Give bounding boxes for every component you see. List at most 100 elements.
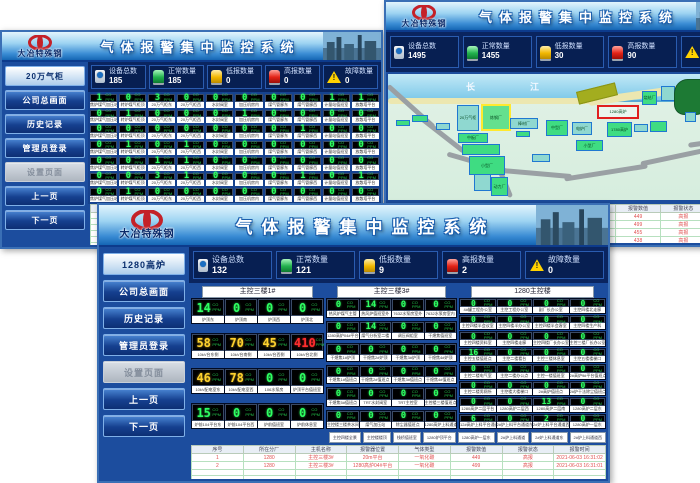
gas-location-label: 20万气柜西 xyxy=(177,149,204,155)
sidebar-item[interactable]: 历史记录 xyxy=(103,307,185,329)
sidebar-item[interactable]: 公司总画面 xyxy=(103,280,185,302)
unit-label: COPPM xyxy=(367,93,376,102)
sidebar-item[interactable]: 设置页面 xyxy=(103,361,185,383)
quick-nav-button[interactable]: 1280炉顶平台 xyxy=(423,432,456,443)
alarm-lamp-y-icon xyxy=(364,259,375,272)
gas-display: 0COPPM 主控三楼休息室 xyxy=(533,349,569,362)
map-block[interactable]: 小型厂 xyxy=(469,156,505,175)
gas-display: 15COPPM 炉前104平台东 xyxy=(192,404,224,428)
unit-label: COPPM xyxy=(379,345,388,354)
gas-display: 0COPPM 2#高炉9#平台值班点 xyxy=(570,365,606,378)
gas-location-label: 炉前104平台西 xyxy=(225,421,257,428)
gas-display: 0COPPM 主控四楼生产科 xyxy=(570,316,606,329)
unit-label: COPPM xyxy=(251,109,260,118)
quick-nav-button[interactable]: 主控楼楼顶 xyxy=(363,432,391,443)
sidebar-item[interactable]: 下一页 xyxy=(103,415,185,437)
quick-nav-button[interactable]: 2#炉上料通道 xyxy=(497,432,529,443)
map-block[interactable] xyxy=(634,124,648,132)
gas-location-label: 干熄焦3#值班点 xyxy=(392,377,424,383)
sidebar-item[interactable]: 下一页 xyxy=(5,210,85,230)
unit-label: COPPM xyxy=(557,381,566,390)
gas-value: 58 xyxy=(195,336,212,350)
logo-text: 大冶特殊钢 xyxy=(18,50,63,58)
gas-display: 0COPPM 主控三楼厂长办公室 xyxy=(570,332,606,345)
map-block[interactable] xyxy=(436,123,450,130)
unit-label: COPPM xyxy=(135,188,144,197)
map-block[interactable] xyxy=(532,154,550,162)
unit-label: COPPM xyxy=(593,348,602,357)
sidebar-item[interactable]: 20万气柜 xyxy=(5,66,85,86)
map-block[interactable]: 烧结厂 xyxy=(642,91,657,105)
device-icon xyxy=(95,70,105,83)
alarm-row[interactable]: 11280主控三楼3#20m平台一氧化碳449高报2021-06-03 16:3… xyxy=(192,454,606,462)
gas-location-label: 2#高炉9#平台值班点 xyxy=(570,373,606,379)
gas-location-label: 计量站值班室 xyxy=(323,133,350,139)
sidebar-item[interactable]: 上一页 xyxy=(103,388,185,410)
map-block[interactable]: 中板厂 xyxy=(458,133,488,143)
section: 主控三楼3# 0COPPM 热风炉煤气主管 14COPPM 热风炉值班室外 0C… xyxy=(326,285,457,429)
gas-location-label: 煤气管廊西 xyxy=(294,133,321,139)
sidebar-item[interactable]: 管理员登录 xyxy=(5,138,85,158)
gas-display: 0COPPM 主控四楼半会客室 xyxy=(533,316,569,329)
sidebar-item[interactable]: 设置页面 xyxy=(5,162,85,182)
sidebar-item[interactable]: 历史记录 xyxy=(5,114,85,134)
status-tile: ! 故障数量0 xyxy=(525,251,604,279)
unit-label: COPPM xyxy=(520,414,529,423)
map-block[interactable]: 中型厂 xyxy=(546,120,568,136)
quick-nav-button[interactable]: 主控四楼全景 xyxy=(329,432,361,443)
section-row: 0COPPM 热风炉煤气主管 14COPPM 热风炉值班室外 0COPPM 76… xyxy=(326,298,457,317)
unit-label: COPPM xyxy=(484,299,493,308)
unit-label: COPPM xyxy=(280,172,289,181)
map-block[interactable]: 20万气柜 xyxy=(457,105,479,131)
gas-display: 0COPPM 7632水泵房室内 xyxy=(425,299,457,316)
map-block[interactable] xyxy=(396,120,410,126)
map-block[interactable] xyxy=(412,115,428,122)
map-block[interactable]: 小型厂 xyxy=(576,140,603,151)
gas-display: 0COPPM 主控四楼北走廊 xyxy=(570,299,606,312)
map-block[interactable] xyxy=(685,112,696,122)
map-block[interactable]: 电炉厂 xyxy=(572,122,592,135)
map-block[interactable] xyxy=(474,174,491,191)
gas-display: 0COPPM 放散塔平台 xyxy=(352,157,379,171)
gas-location-label: 20万气柜西 xyxy=(177,133,204,139)
unit-label: COPPM xyxy=(193,141,202,150)
map-block[interactable] xyxy=(674,79,700,115)
quick-nav-button[interactable]: 2#炉上料通道东 xyxy=(531,432,567,443)
gas-location-label: 主控五楼楼梯口 xyxy=(570,356,606,362)
gas-value: 0 xyxy=(294,301,311,315)
quick-nav-button[interactable]: 2#炉上料通道西 xyxy=(570,432,606,443)
map-block[interactable] xyxy=(462,144,500,155)
gas-value: 0 xyxy=(395,322,412,332)
unit-label: COPPM xyxy=(222,188,231,197)
gas-display: 3COPPM 20万气柜东 xyxy=(148,173,175,187)
app-title: 气体报警集中监控系统 xyxy=(462,7,696,26)
gas-display: 0COPPM 主控四楼厂长办公室 xyxy=(533,332,569,345)
gas-display: 0COPPM 调压阀组室 xyxy=(392,322,424,339)
sidebar-item[interactable]: 管理员登录 xyxy=(103,334,185,356)
map-block[interactable]: 棒材厂 xyxy=(510,118,538,129)
map-block[interactable] xyxy=(650,121,667,132)
map-block[interactable]: 1280高炉 xyxy=(597,105,639,119)
status-label: 故障数量 xyxy=(345,68,373,76)
gas-display: 0COPPM 焦炉煤气加压站 xyxy=(90,188,117,202)
gas-display: 0COPPM 干熄焦1#炉顶 xyxy=(327,344,359,361)
sidebar-item[interactable]: 公司总画面 xyxy=(5,90,85,110)
sidebar-item[interactable]: 1280高炉 xyxy=(103,253,185,275)
river-label: 江 xyxy=(530,80,539,93)
alarm-table-area: 序号所在分厂主机名称报警器位置气体类型报警数值报警状态报警时间11280主控三楼… xyxy=(191,445,606,479)
gas-display: 0COPPM 加压机房内 xyxy=(235,173,262,187)
map-block[interactable]: 动力厂 xyxy=(491,177,508,196)
quick-nav-button[interactable]: 1280高炉一层东 xyxy=(458,432,495,443)
quick-nav-button[interactable]: 栈桥值班室 xyxy=(393,432,421,443)
map-block[interactable]: 1780高炉 xyxy=(607,122,632,137)
unit-label: COPPM xyxy=(135,125,144,134)
map-block[interactable]: 炼钢厂 xyxy=(481,104,511,131)
status-tile: ! 故障数量0 xyxy=(681,36,700,68)
unit-label: COPPM xyxy=(164,125,173,134)
unit-label: COPPM xyxy=(251,156,260,165)
map-block[interactable] xyxy=(661,86,675,101)
section-row: 15COPPM 炉前104平台东 0COPPM 炉前104平台西 0COPPM … xyxy=(191,403,324,429)
gas-value: 0 xyxy=(261,371,278,385)
sidebar-item[interactable]: 上一页 xyxy=(5,186,85,206)
map-block[interactable] xyxy=(516,131,530,137)
